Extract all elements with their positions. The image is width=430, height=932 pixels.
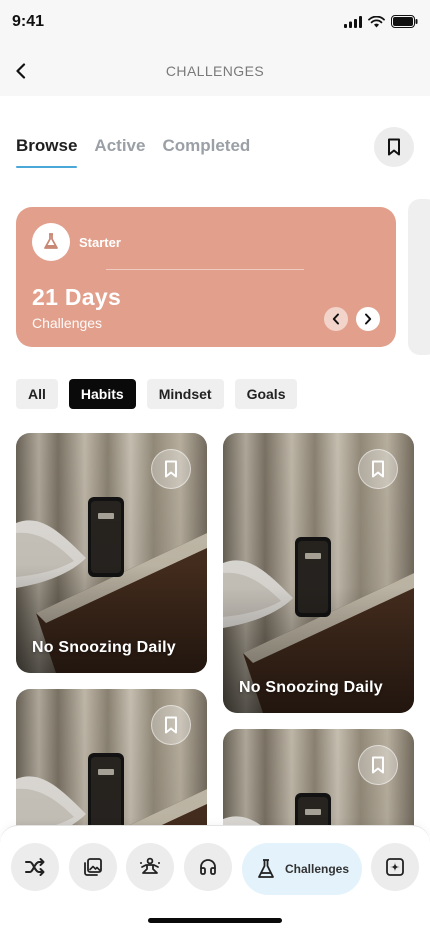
bottom-nav: Challenges <box>0 825 430 932</box>
cellular-signal-icon <box>344 15 362 28</box>
saved-bookmarks-button[interactable] <box>374 127 414 167</box>
bookmark-icon <box>165 460 177 478</box>
nav-bar: CHALLENGES <box>0 46 430 96</box>
card-bookmark-button[interactable] <box>358 745 398 785</box>
wifi-icon <box>368 15 385 27</box>
nav-meditation-button[interactable] <box>126 843 174 891</box>
battery-icon <box>391 15 418 28</box>
card-bookmark-button[interactable] <box>358 449 398 489</box>
flask-icon <box>44 233 58 249</box>
status-time: 9:41 <box>12 13 45 30</box>
challenge-title: No Snoozing Daily <box>32 639 176 656</box>
nav-audio-button[interactable] <box>184 843 232 891</box>
sparkle-add-icon <box>386 858 404 876</box>
featured-challenge-card[interactable]: Starter 21 Days Challenges <box>16 207 396 347</box>
filter-chip-all[interactable]: All <box>16 379 58 409</box>
bookmark-icon <box>165 716 177 734</box>
flask-icon <box>258 859 274 878</box>
carousel-prev-button[interactable] <box>324 307 348 331</box>
bookmark-icon <box>388 138 400 156</box>
filter-chip-mindset[interactable]: Mindset <box>146 379 224 409</box>
hero-label: Starter <box>79 235 121 250</box>
meditation-icon <box>140 857 160 874</box>
bookmark-icon <box>372 756 384 774</box>
status-bar: 9:41 <box>0 0 430 46</box>
nav-challenges-label: Challenges <box>284 862 350 876</box>
card-bookmark-button[interactable] <box>151 705 191 745</box>
filter-chip-goals[interactable]: Goals <box>234 379 298 409</box>
nav-gallery-button[interactable] <box>69 843 117 891</box>
shuffle-icon <box>25 858 45 876</box>
nav-challenges-button[interactable]: Challenges <box>242 843 362 895</box>
page-title: CHALLENGES <box>165 63 265 79</box>
filter-chip-habits[interactable]: Habits <box>68 379 136 409</box>
gallery-icon <box>84 858 102 876</box>
chevron-right-icon <box>365 313 372 325</box>
nav-create-button[interactable] <box>371 843 419 891</box>
challenge-card[interactable]: No Snoozing Daily <box>16 433 207 673</box>
hero-badge <box>32 223 70 261</box>
filter-chips: All Habits Mindset Goals <box>16 379 298 409</box>
challenge-title: No Snoozing Daily <box>239 679 383 696</box>
headphones-icon <box>200 859 216 875</box>
card-bookmark-button[interactable] <box>151 449 191 489</box>
tab-completed[interactable]: Completed <box>162 136 250 168</box>
tab-browse[interactable]: Browse <box>16 136 78 168</box>
status-icons <box>344 15 418 28</box>
nav-shuffle-button[interactable] <box>11 843 59 891</box>
carousel-next-button[interactable] <box>356 307 380 331</box>
next-carousel-card[interactable] <box>408 199 430 355</box>
bookmark-icon <box>372 460 384 478</box>
challenge-card[interactable]: No Snoozing Daily <box>223 433 414 713</box>
hero-subtitle: Challenges <box>32 315 103 331</box>
tab-active[interactable]: Active <box>94 136 145 168</box>
hero-divider <box>106 269 304 270</box>
chevron-left-icon <box>332 313 339 325</box>
hero-title: 21 Days <box>32 284 122 310</box>
home-indicator <box>148 918 282 923</box>
segment-tabs: Browse Active Completed <box>16 136 250 168</box>
